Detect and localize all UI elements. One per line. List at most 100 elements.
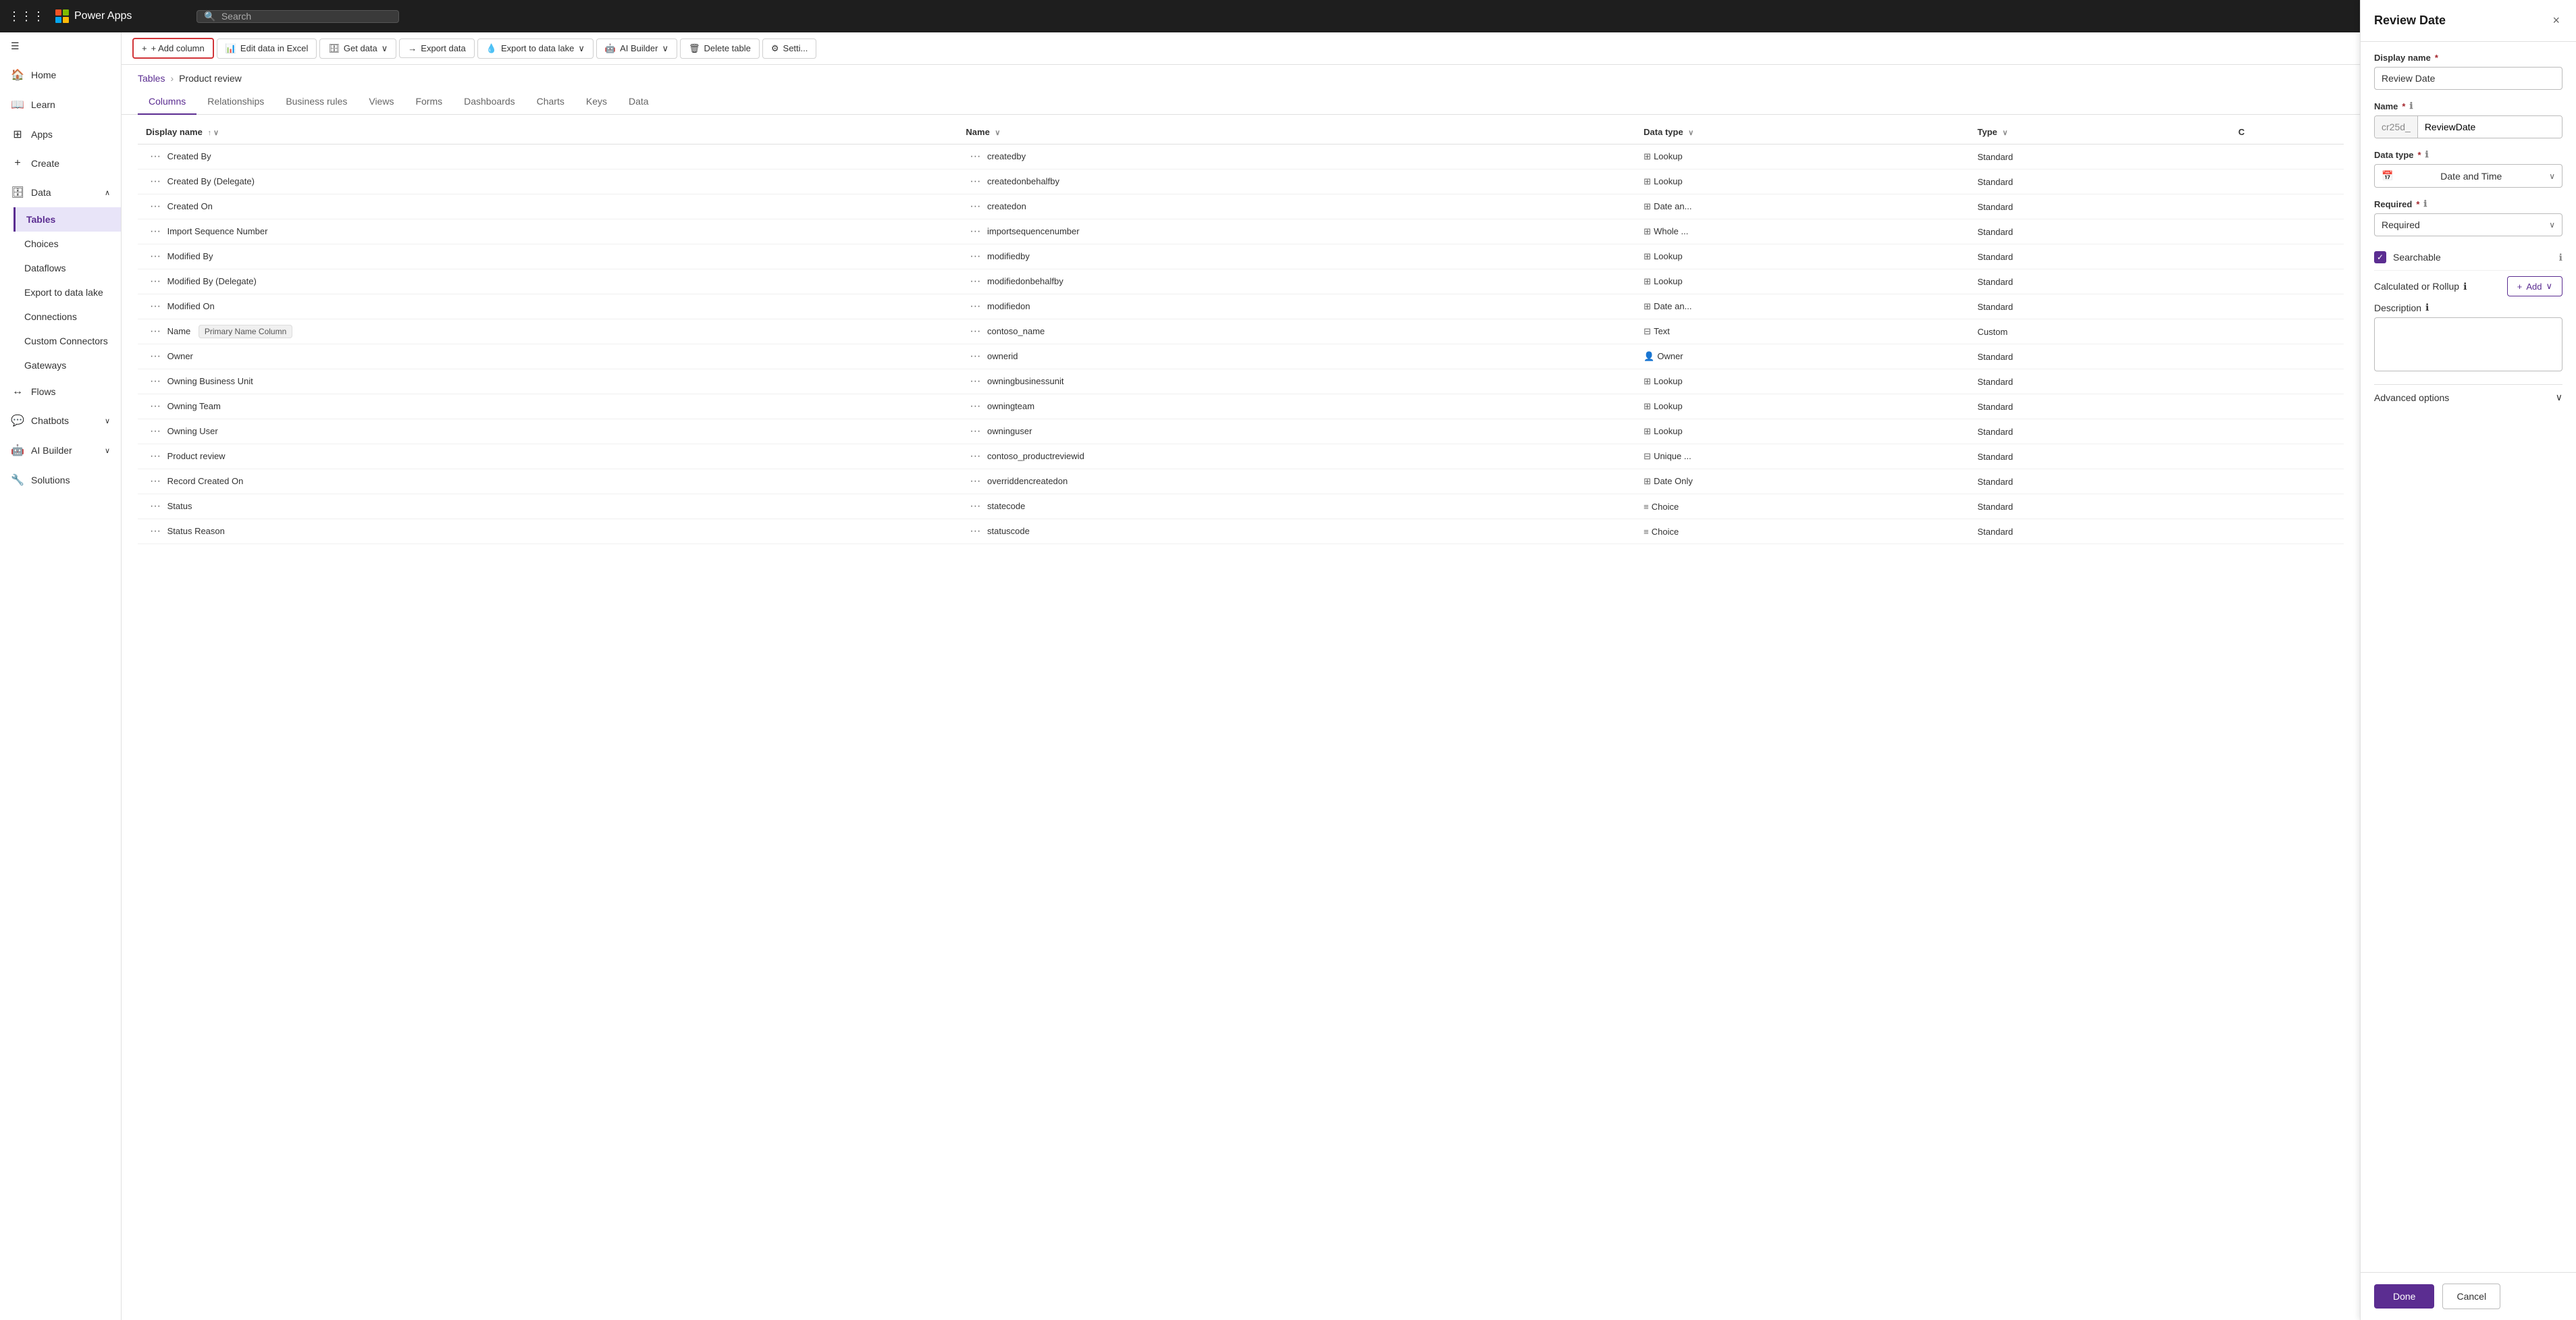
get-data-button[interactable]: 🗄 Get data ∨	[319, 38, 396, 59]
dots-btn[interactable]: ···	[146, 174, 165, 188]
sidebar-item-flows[interactable]: ↔ Flows	[0, 377, 121, 406]
tab-keys[interactable]: Keys	[575, 89, 618, 115]
tab-dashboards[interactable]: Dashboards	[453, 89, 526, 115]
ai-builder-button[interactable]: 🤖 AI Builder ∨	[596, 38, 677, 59]
add-column-button[interactable]: + + Add column	[132, 38, 214, 59]
cell-display-name: ··· Import Sequence Number	[138, 219, 957, 244]
col-header-name[interactable]: Name ∨	[957, 120, 1635, 144]
tab-data[interactable]: Data	[618, 89, 660, 115]
delete-icon: 🗑	[689, 43, 700, 54]
dots-btn[interactable]: ···	[146, 324, 165, 338]
row-dots-btn[interactable]: ···	[966, 449, 984, 463]
name-input[interactable]	[2418, 116, 2562, 138]
waffle-icon[interactable]: ⋮⋮⋮	[8, 9, 45, 24]
tab-columns[interactable]: Columns	[138, 89, 196, 115]
sidebar-item-tables[interactable]: Tables	[14, 207, 121, 232]
row-dots-btn[interactable]: ···	[966, 324, 984, 338]
export-lake-button[interactable]: 💧 Export to data lake ∨	[477, 38, 594, 59]
sidebar-label-connections: Connections	[24, 311, 77, 322]
row-dots-btn[interactable]: ···	[966, 399, 984, 413]
row-dots-btn[interactable]: ···	[966, 274, 984, 288]
tab-charts[interactable]: Charts	[526, 89, 575, 115]
description-info-icon[interactable]: ℹ	[2425, 302, 2429, 313]
data-type-select[interactable]: 📅 Date and Time ∨	[2374, 164, 2562, 188]
export-data-button[interactable]: → Export data	[399, 38, 475, 58]
edit-excel-button[interactable]: 📊 Edit data in Excel	[217, 38, 317, 59]
cell-data-type: ⊞Lookup	[1635, 419, 1969, 444]
required-info-icon[interactable]: ℹ	[2423, 199, 2427, 209]
data-type-info-icon[interactable]: ℹ	[2425, 149, 2429, 160]
sidebar-item-apps[interactable]: ⊞ Apps	[0, 120, 121, 149]
sidebar-item-choices[interactable]: Choices	[14, 232, 121, 256]
dots-btn[interactable]: ···	[146, 299, 165, 313]
row-dots-btn[interactable]: ···	[966, 374, 984, 388]
dots-btn[interactable]: ···	[146, 499, 165, 513]
description-textarea[interactable]	[2374, 317, 2562, 371]
row-dots-btn[interactable]: ···	[966, 199, 984, 213]
excel-icon: 📊	[226, 43, 236, 54]
dots-btn[interactable]: ···	[146, 424, 165, 438]
sidebar-item-create[interactable]: + Create	[0, 149, 121, 178]
row-dots-btn[interactable]: ···	[966, 499, 984, 513]
dots-btn[interactable]: ···	[146, 249, 165, 263]
searchable-checkbox[interactable]: ✓	[2374, 251, 2386, 263]
dots-btn[interactable]: ···	[146, 524, 165, 538]
sidebar-item-learn[interactable]: 📖 Learn	[0, 90, 121, 120]
settings-button[interactable]: ⚙ Setti...	[762, 38, 817, 59]
breadcrumb-current: Product review	[179, 73, 242, 84]
sidebar-toggle[interactable]: ☰	[0, 32, 121, 60]
sidebar-item-connectors[interactable]: Custom Connectors	[14, 329, 121, 353]
panel-close-button[interactable]: ×	[2550, 11, 2562, 30]
row-dots-btn[interactable]: ···	[966, 224, 984, 238]
row-dots-btn[interactable]: ···	[966, 349, 984, 363]
search-bar[interactable]: 🔍	[196, 10, 399, 23]
sidebar-item-home[interactable]: 🏠 Home	[0, 60, 121, 90]
row-dots-btn[interactable]: ···	[966, 174, 984, 188]
breadcrumb: Tables › Product review	[122, 65, 2360, 84]
dots-btn[interactable]: ···	[146, 149, 165, 163]
col-header-display-name[interactable]: Display name ↑ ∨	[138, 120, 957, 144]
cell-c	[2230, 444, 2344, 469]
col-header-data-type[interactable]: Data type ∨	[1635, 120, 1969, 144]
searchable-info-icon[interactable]: ℹ	[2559, 252, 2562, 263]
sidebar-item-data[interactable]: 🗄 Data ∧	[0, 178, 121, 207]
dots-btn[interactable]: ···	[146, 274, 165, 288]
sidebar-item-gateways[interactable]: Gateways	[14, 353, 121, 377]
tab-business-rules[interactable]: Business rules	[275, 89, 358, 115]
add-calc-button[interactable]: + Add ∨	[2507, 276, 2562, 296]
sidebar-item-connections[interactable]: Connections	[14, 305, 121, 329]
dots-btn[interactable]: ···	[146, 374, 165, 388]
search-input[interactable]	[221, 11, 392, 22]
sidebar-item-dataflows[interactable]: Dataflows	[14, 256, 121, 280]
dots-btn[interactable]: ···	[146, 399, 165, 413]
row-dots-btn[interactable]: ···	[966, 424, 984, 438]
dots-btn[interactable]: ···	[146, 199, 165, 213]
done-button[interactable]: Done	[2374, 1284, 2434, 1309]
row-dots-btn[interactable]: ···	[966, 149, 984, 163]
breadcrumb-parent[interactable]: Tables	[138, 73, 165, 84]
dots-btn[interactable]: ···	[146, 449, 165, 463]
sidebar-item-export-lake[interactable]: Export to data lake	[14, 280, 121, 305]
display-name-input[interactable]	[2374, 67, 2562, 90]
delete-table-button[interactable]: 🗑 Delete table	[680, 38, 760, 59]
dots-btn[interactable]: ···	[146, 474, 165, 488]
sidebar-item-ai[interactable]: 🤖 AI Builder ∨	[0, 435, 121, 465]
row-dots-btn[interactable]: ···	[966, 299, 984, 313]
row-dots-btn[interactable]: ···	[966, 474, 984, 488]
row-dots-btn[interactable]: ···	[966, 524, 984, 538]
cancel-button[interactable]: Cancel	[2442, 1284, 2500, 1309]
lake-chevron-icon: ∨	[578, 43, 585, 54]
tab-relationships[interactable]: Relationships	[196, 89, 275, 115]
col-header-type[interactable]: Type ∨	[1969, 120, 2230, 144]
sidebar-item-solutions[interactable]: 🔧 Solutions	[0, 465, 121, 495]
tab-views[interactable]: Views	[358, 89, 404, 115]
tab-forms[interactable]: Forms	[404, 89, 453, 115]
calc-info-icon[interactable]: ℹ	[2463, 281, 2467, 292]
dots-btn[interactable]: ···	[146, 349, 165, 363]
row-dots-btn[interactable]: ···	[966, 249, 984, 263]
required-select[interactable]: Required ∨	[2374, 213, 2562, 236]
dots-btn[interactable]: ···	[146, 224, 165, 238]
sidebar-item-chatbots[interactable]: 💬 Chatbots ∨	[0, 406, 121, 435]
advanced-options-row[interactable]: Advanced options ∨	[2374, 384, 2562, 410]
name-info-icon[interactable]: ℹ	[2409, 101, 2413, 111]
